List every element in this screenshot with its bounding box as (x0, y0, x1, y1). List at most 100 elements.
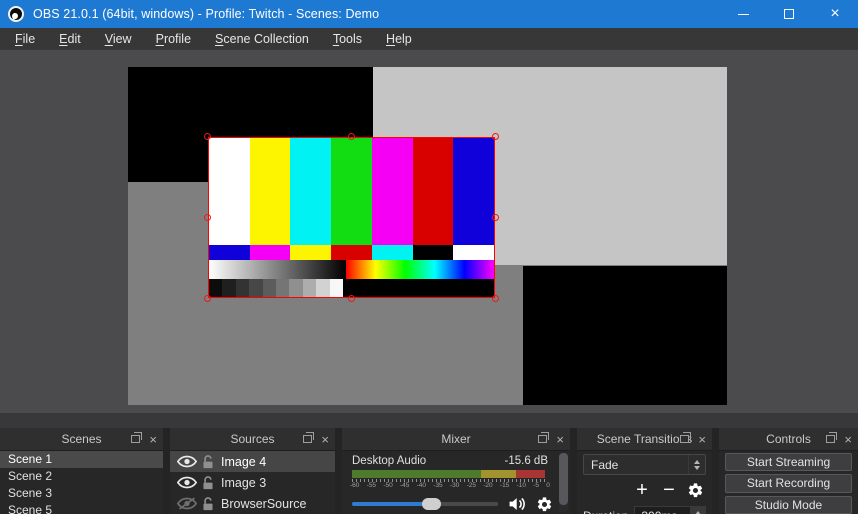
scene-list-item[interactable]: Scene 2 (0, 468, 163, 485)
selection-handle-bottom-right[interactable] (492, 295, 499, 302)
preview-area (0, 50, 858, 413)
volume-meter (352, 470, 545, 478)
meter-scale: -60 -55 -50 -45 -40 -35 -30 -25 -20 -15 … (350, 482, 550, 489)
selection-handle-top-middle[interactable] (348, 133, 355, 140)
remove-transition-button[interactable]: − (660, 482, 678, 498)
hidden-eye-icon[interactable] (177, 497, 197, 510)
controls-panel-header: Controls × (719, 428, 858, 451)
unlocked-lock-icon[interactable] (202, 476, 214, 490)
duration-spin-buttons[interactable] (690, 507, 705, 514)
source-list-item[interactable]: BrowserSource (170, 493, 335, 514)
menu-file[interactable]: File (3, 29, 47, 49)
volume-slider-fill (352, 502, 426, 506)
scale-label: -5 (533, 482, 539, 489)
start-recording-button[interactable]: Start Recording (725, 474, 852, 492)
bar-yellow (250, 138, 291, 245)
scale-label: 0 (546, 482, 550, 489)
transition-properties-gear-icon[interactable] (687, 482, 704, 499)
sources-close-icon[interactable]: × (321, 433, 329, 446)
mixer-float-icon[interactable] (538, 435, 547, 443)
bar-red (413, 138, 454, 245)
transitions-panel-title: Scene Transitions (597, 432, 692, 446)
controls-float-icon[interactable] (826, 435, 835, 443)
scenes-panel-title: Scenes (61, 432, 101, 446)
bar-white (209, 138, 250, 245)
cell-magenta (250, 245, 291, 260)
sources-float-icon[interactable] (303, 435, 312, 443)
scale-label: -10 (517, 482, 526, 489)
transition-select[interactable]: Fade (583, 454, 706, 475)
duration-label: Duration (583, 509, 628, 514)
scene-list-item[interactable]: Scene 3 (0, 485, 163, 502)
unlocked-lock-icon[interactable] (202, 455, 214, 469)
speaker-icon[interactable] (508, 496, 527, 512)
transitions-close-icon[interactable]: × (698, 433, 706, 446)
scenes-close-icon[interactable]: × (149, 433, 157, 446)
scene-canvas[interactable] (128, 67, 727, 405)
close-button[interactable]: × (812, 0, 858, 28)
mixer-panel-header: Mixer × (342, 428, 570, 451)
chevron-up-icon (694, 460, 700, 464)
menu-edit[interactable]: Edit (47, 29, 93, 49)
selection-handle-bottom-middle[interactable] (348, 295, 355, 302)
add-transition-button[interactable]: + (633, 482, 651, 498)
chevron-down-icon (694, 466, 700, 470)
scene-transitions-panel: Scene Transitions × Fade + − (577, 428, 712, 514)
source-list-item[interactable]: Image 4 (170, 451, 335, 472)
visible-eye-icon[interactable] (177, 476, 197, 489)
rainbow-gradient (346, 260, 494, 279)
menu-scene-collection[interactable]: Scene Collection (203, 29, 321, 49)
obs-logo-icon (8, 6, 24, 22)
scene-list-item[interactable]: Scene 5 (0, 502, 163, 514)
source-list-item[interactable]: Image 3 (170, 472, 335, 493)
mixer-content: Desktop Audio -15.6 dB -60 -55 -50 -45 -… (342, 451, 570, 514)
volume-slider-handle[interactable] (422, 498, 441, 510)
controls-close-icon[interactable]: × (844, 433, 852, 446)
minimize-button[interactable] (720, 0, 766, 28)
step (249, 279, 262, 297)
source-label: BrowserSource (221, 497, 306, 511)
bar-cyan (290, 138, 331, 245)
transition-select-arrows[interactable] (688, 455, 705, 474)
controls-content: Start Streaming Start Recording Studio M… (719, 451, 858, 514)
volume-slider[interactable] (352, 502, 498, 506)
step (330, 279, 343, 297)
visible-eye-icon[interactable] (177, 455, 197, 468)
transitions-float-icon[interactable] (680, 435, 689, 443)
mixer-scrollbar[interactable] (559, 453, 568, 512)
transitions-panel-header: Scene Transitions × (577, 428, 712, 451)
selection-handle-top-right[interactable] (492, 133, 499, 140)
scene-list-item[interactable]: Scene 1 (0, 451, 163, 468)
step (236, 279, 249, 297)
start-streaming-button[interactable]: Start Streaming (725, 453, 852, 471)
scale-label: -55 (367, 482, 376, 489)
selection-handle-top-left[interactable] (204, 133, 211, 140)
cell-blue (209, 245, 250, 260)
unlocked-lock-icon[interactable] (202, 497, 214, 511)
mixer-channel-name: Desktop Audio (352, 455, 426, 467)
grayscale-steps (209, 279, 343, 297)
close-icon: × (830, 6, 839, 22)
scale-label: -20 (483, 482, 492, 489)
selected-source-test-pattern[interactable] (208, 137, 495, 298)
menu-profile[interactable]: Profile (144, 29, 203, 49)
menu-tools[interactable]: Tools (321, 29, 374, 49)
step (222, 279, 235, 297)
castellation-row (209, 245, 494, 260)
menu-view[interactable]: View (93, 29, 144, 49)
menu-help[interactable]: Help (374, 29, 424, 49)
selection-handle-middle-right[interactable] (492, 214, 499, 221)
duration-spinbox[interactable]: 300ms (634, 506, 706, 514)
cell-yellow (290, 245, 331, 260)
selection-handle-middle-left[interactable] (204, 214, 211, 221)
studio-mode-button[interactable]: Studio Mode (725, 496, 852, 514)
maximize-button[interactable] (766, 0, 812, 28)
mixer-scrollbar-thumb[interactable] (559, 453, 568, 505)
selection-handle-bottom-left[interactable] (204, 295, 211, 302)
scale-label: -25 (467, 482, 476, 489)
scenes-panel-header: Scenes × (0, 428, 163, 451)
mixer-close-icon[interactable]: × (556, 433, 564, 446)
mixer-gear-icon[interactable] (536, 496, 553, 513)
titlebar: OBS 21.0.1 (64bit, windows) - Profile: T… (0, 0, 858, 28)
scenes-float-icon[interactable] (131, 435, 140, 443)
